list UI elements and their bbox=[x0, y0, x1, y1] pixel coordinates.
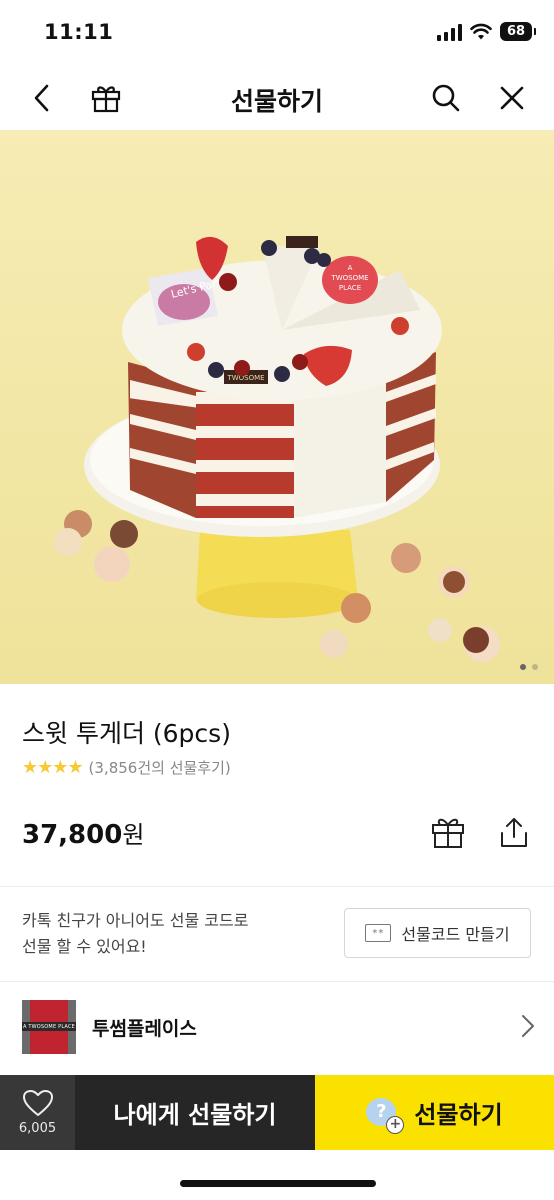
status-icons: 68 bbox=[437, 22, 536, 41]
brand-name: 투썸플레이스 bbox=[92, 1018, 197, 1040]
status-time: 11:11 bbox=[44, 20, 114, 44]
gift-icon bbox=[432, 818, 464, 848]
bottom-action-bar: 6,005 나에게 선물하기 ? + 선물하기 bbox=[0, 1075, 554, 1150]
topper-brand-line1: A bbox=[348, 264, 353, 272]
nav-bar: 선물하기 bbox=[0, 66, 554, 130]
review-count[interactable]: (3,856건의 선물후기) bbox=[89, 757, 231, 778]
share-icon bbox=[501, 818, 527, 847]
gift-icon bbox=[91, 86, 121, 113]
carousel-indicator bbox=[520, 664, 538, 670]
share-button[interactable] bbox=[492, 810, 536, 854]
brand-logo: A TWOSOME PLACE bbox=[22, 1000, 76, 1054]
rating-row[interactable]: ★★★★ (3,856건의 선물후기) bbox=[22, 757, 231, 778]
search-icon bbox=[432, 84, 460, 112]
battery-icon: 68 bbox=[500, 22, 536, 41]
friend-add-icon: ? + bbox=[366, 1096, 405, 1134]
send-gift-label: 선물하기 bbox=[414, 1101, 503, 1129]
create-gift-code-button[interactable]: ** 선물코드 만들기 bbox=[344, 908, 531, 958]
price-unit: 원 bbox=[122, 821, 145, 849]
price-value: 37,800 bbox=[22, 820, 123, 850]
cellular-signal-icon bbox=[437, 23, 462, 41]
carousel-dot-active bbox=[520, 664, 526, 670]
create-gift-code-label: 선물코드 만들기 bbox=[401, 925, 510, 944]
gift-code-description-line2: 선물 할 수 있어요! bbox=[22, 937, 147, 956]
brand-link[interactable]: A TWOSOME PLACE 투썸플레이스 bbox=[0, 982, 554, 1074]
topper-brand-line3: PLACE bbox=[339, 284, 361, 292]
gift-code-description-line1: 카톡 친구가 아니어도 선물 코드로 bbox=[22, 911, 249, 930]
wishlist-count: 6,005 bbox=[18, 1121, 57, 1136]
gift-box-button[interactable] bbox=[86, 78, 126, 118]
gift-wrap-button[interactable] bbox=[426, 810, 470, 854]
status-bar: 11:11 68 bbox=[0, 0, 554, 66]
product-image-carousel[interactable]: Let's Party A TWOSOME PLACE TWOSOME bbox=[0, 130, 554, 684]
gift-code-description: 카톡 친구가 아니어도 선물 코드로 선물 할 수 있어요! bbox=[22, 908, 312, 960]
gift-to-myself-button[interactable]: 나에게 선물하기 bbox=[75, 1075, 315, 1150]
star-rating-icon: ★★★★ bbox=[22, 757, 84, 778]
wifi-icon bbox=[470, 23, 492, 39]
plaque-text: TWOSOME bbox=[226, 374, 264, 382]
close-button[interactable] bbox=[492, 78, 532, 118]
home-indicator[interactable] bbox=[180, 1180, 376, 1187]
cake-image: Let's Party A TWOSOME PLACE TWOSOME bbox=[0, 130, 554, 684]
back-button[interactable] bbox=[22, 78, 62, 118]
chevron-left-icon bbox=[34, 84, 49, 112]
send-gift-button[interactable]: ? + 선물하기 bbox=[315, 1075, 554, 1150]
page-title: 선물하기 bbox=[230, 87, 323, 116]
heart-icon bbox=[22, 1090, 53, 1116]
topper-brand-line2: TWOSOME bbox=[330, 274, 368, 282]
close-icon bbox=[500, 86, 524, 110]
home-indicator-area bbox=[0, 1150, 554, 1200]
product-price: 37,800원 bbox=[22, 815, 144, 850]
wishlist-button[interactable]: 6,005 bbox=[0, 1075, 75, 1150]
gift-to-myself-label: 나에게 선물하기 bbox=[113, 1101, 277, 1129]
brand-logo-text: A TWOSOME PLACE bbox=[22, 1022, 76, 1031]
friend-add-icon-plus: + bbox=[386, 1115, 405, 1134]
chevron-right-icon bbox=[522, 1015, 534, 1037]
divider bbox=[0, 886, 554, 887]
carousel-dot bbox=[532, 664, 538, 670]
gift-code-icon: ** bbox=[365, 924, 392, 942]
product-name: 스윗 투게더 (6pcs) bbox=[22, 719, 231, 748]
search-button[interactable] bbox=[426, 78, 466, 118]
